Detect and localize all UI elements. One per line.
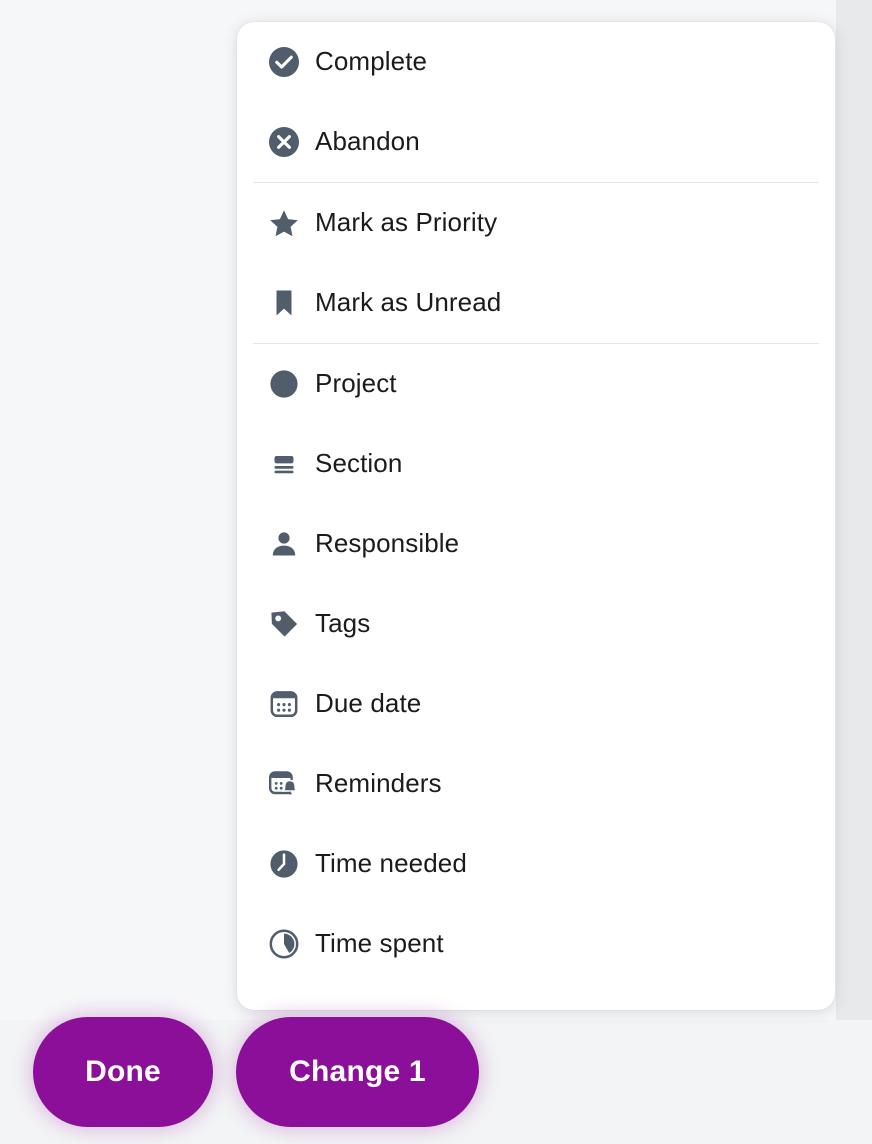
menu-item-label: Section <box>315 450 402 478</box>
calendar-icon <box>253 664 315 744</box>
menu-item-mark-as-priority[interactable]: Mark as Priority <box>237 183 835 263</box>
clock-pie-icon <box>253 904 315 984</box>
change-button[interactable]: Change 1 <box>236 1017 479 1127</box>
section-lines-icon <box>253 424 315 504</box>
star-icon <box>253 183 315 263</box>
clock-filled-icon <box>253 824 315 904</box>
menu-item-label: Time needed <box>315 850 467 878</box>
menu-item-abandon[interactable]: Abandon <box>237 102 835 182</box>
check-circle-icon <box>253 22 315 102</box>
calendar-bell-icon <box>253 744 315 824</box>
context-menu-card: Complete Abandon Mark as Priority <box>237 22 835 1010</box>
done-button[interactable]: Done <box>33 1017 213 1127</box>
menu-item-mark-as-unread[interactable]: Mark as Unread <box>237 263 835 343</box>
menu-item-label: Project <box>315 370 397 398</box>
person-icon <box>253 504 315 584</box>
menu-item-label: Responsible <box>315 530 459 558</box>
menu-item-label: Tags <box>315 610 370 638</box>
tag-icon <box>253 584 315 664</box>
menu-group-attributes: Project Section Responsible <box>237 344 835 984</box>
circle-icon <box>253 344 315 424</box>
menu-item-label: Abandon <box>315 128 420 156</box>
menu-item-due-date[interactable]: Due date <box>237 664 835 744</box>
menu-item-label: Complete <box>315 48 427 76</box>
menu-item-time-spent[interactable]: Time spent <box>237 904 835 984</box>
menu-item-project[interactable]: Project <box>237 344 835 424</box>
menu-item-label: Mark as Priority <box>315 209 497 237</box>
menu-item-section[interactable]: Section <box>237 424 835 504</box>
bookmark-icon <box>253 263 315 343</box>
menu-item-reminders[interactable]: Reminders <box>237 744 835 824</box>
menu-item-label: Due date <box>315 690 421 718</box>
menu-item-complete[interactable]: Complete <box>237 22 835 102</box>
menu-item-tags[interactable]: Tags <box>237 584 835 664</box>
menu-item-responsible[interactable]: Responsible <box>237 504 835 584</box>
menu-item-time-needed[interactable]: Time needed <box>237 824 835 904</box>
menu-item-label: Reminders <box>315 770 442 798</box>
menu-item-label: Time spent <box>315 930 444 958</box>
menu-group-flags: Mark as Priority Mark as Unread <box>237 183 835 343</box>
menu-group-status: Complete Abandon <box>237 22 835 182</box>
x-circle-icon <box>253 102 315 182</box>
menu-item-label: Mark as Unread <box>315 289 501 317</box>
page-backdrop-right <box>836 0 872 1020</box>
